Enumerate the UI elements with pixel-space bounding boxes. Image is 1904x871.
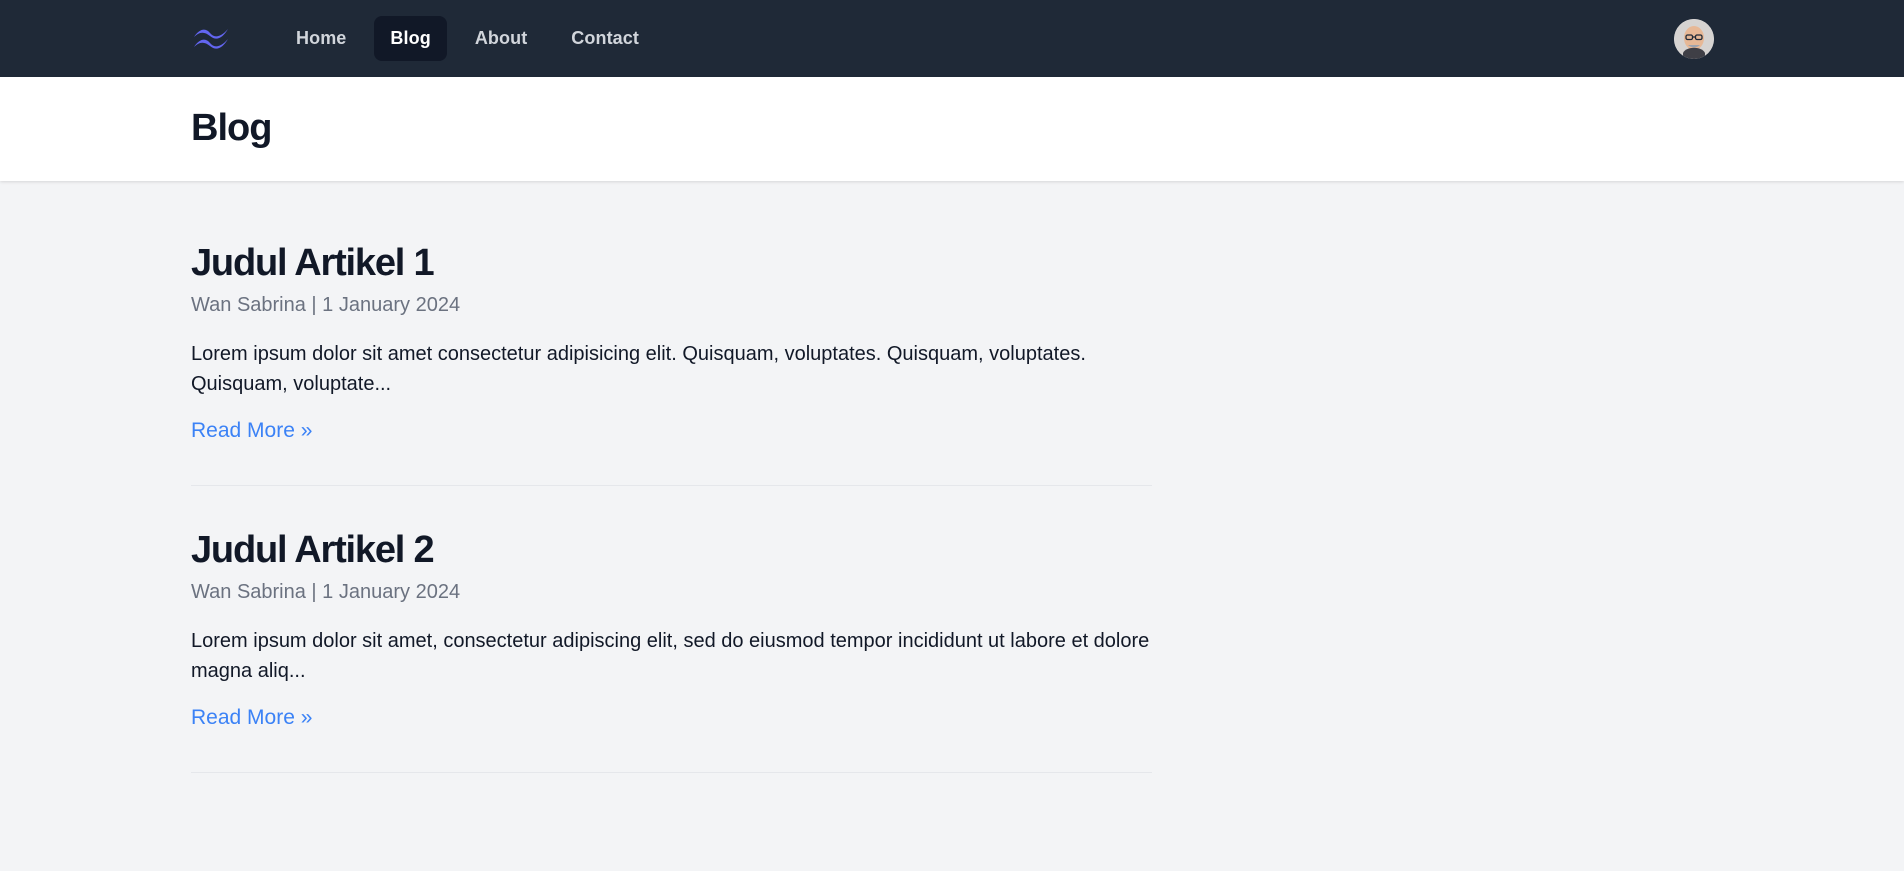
nav-link-home[interactable]: Home [280, 16, 362, 61]
article-excerpt: Lorem ipsum dolor sit amet, consectetur … [191, 630, 1150, 682]
article-title[interactable]: Judul Artikel 2 [191, 528, 1152, 572]
nav-link-about[interactable]: About [459, 16, 543, 61]
read-more-link[interactable]: Read More » [191, 419, 312, 443]
article-item: Judul Artikel 2 Wan Sabrina | 1 January … [191, 528, 1152, 773]
article-list: Judul Artikel 1 Wan Sabrina | 1 January … [0, 181, 1152, 773]
article-meta: Wan Sabrina | 1 January 2024 [191, 294, 461, 316]
navbar-inner: Home Blog About Contact [190, 0, 1714, 77]
article-meta: Wan Sabrina | 1 January 2024 [191, 581, 461, 603]
top-navbar: Home Blog About Contact [0, 0, 1904, 77]
logo-icon[interactable] [190, 25, 232, 53]
nav-links: Home Blog About Contact [280, 16, 655, 61]
page-title: Blog [191, 107, 272, 149]
page-header: Blog [0, 77, 1904, 181]
nav-link-blog[interactable]: Blog [374, 16, 447, 61]
article-item: Judul Artikel 1 Wan Sabrina | 1 January … [191, 241, 1152, 486]
user-avatar[interactable] [1674, 18, 1714, 59]
article-excerpt: Lorem ipsum dolor sit amet consectetur a… [191, 343, 1086, 395]
nav-link-contact[interactable]: Contact [555, 16, 655, 61]
article-title[interactable]: Judul Artikel 1 [191, 241, 1152, 285]
read-more-link[interactable]: Read More » [191, 706, 312, 730]
